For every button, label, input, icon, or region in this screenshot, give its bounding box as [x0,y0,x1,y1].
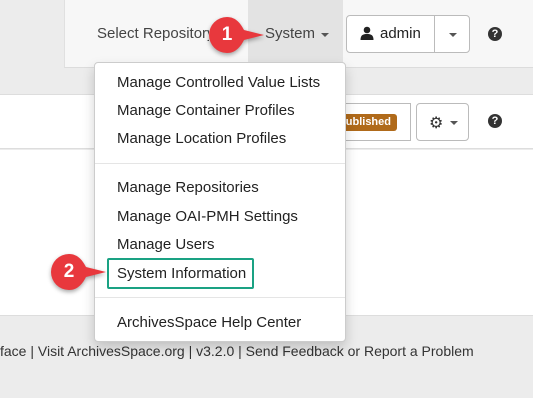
system-caret-down-icon [321,33,329,37]
gear-icon: ⚙ [429,115,444,132]
step-callout-2: 2 [50,253,106,291]
menu-item-help-center[interactable]: ArchivesSpace Help Center [117,314,301,331]
admin-dropdown-toggle[interactable] [434,15,470,53]
menu-item-location-profiles[interactable]: Manage Location Profiles [117,130,286,147]
system-information-highlight [107,258,254,289]
menu-divider [95,163,345,164]
menu-item-controlled-value-lists[interactable]: Manage Controlled Value Lists [117,74,320,91]
system-menu-label[interactable]: System [265,25,315,42]
menu-item-container-profiles[interactable]: Manage Container Profiles [117,102,295,119]
footer-links[interactable]: face | Visit ArchivesSpace.org | v3.2.0 … [0,343,474,359]
step-callout-1: 1 [208,16,264,54]
admin-label: admin [380,25,421,42]
menu-item-repositories[interactable]: Manage Repositories [117,179,259,196]
menu-divider [95,297,345,298]
caret-down-icon [450,121,458,125]
toolbar-help-icon[interactable]: ? [488,114,502,128]
system-dropdown-menu: Manage Controlled Value Lists Manage Con… [94,62,346,342]
callout-number: 1 [221,24,233,45]
callout-number: 2 [63,261,75,282]
menu-item-users[interactable]: Manage Users [117,236,215,253]
menu-item-oai-pmh-settings[interactable]: Manage OAI-PMH Settings [117,208,298,225]
help-icon[interactable]: ? [488,27,502,41]
caret-down-icon [449,33,457,37]
gear-menu-button[interactable]: ⚙ [416,103,469,141]
user-icon [360,26,374,40]
select-repository-menu[interactable]: Select Repository [97,25,209,42]
